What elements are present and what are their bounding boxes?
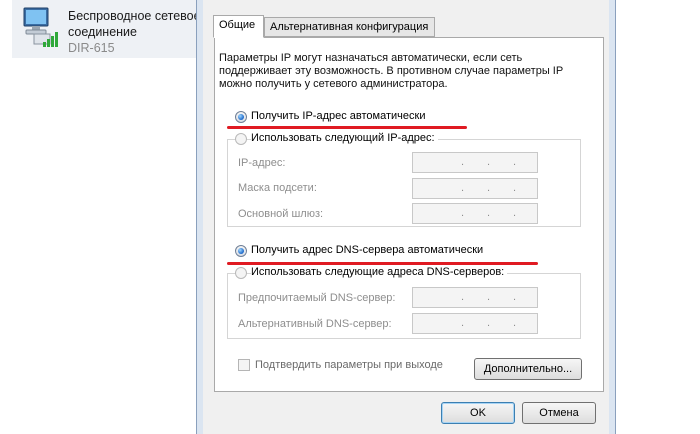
label-default-gateway: Основной шлюз:: [238, 208, 324, 220]
input-alternate-dns[interactable]: ...: [412, 313, 538, 334]
dialog-body: Общие Альтернативная конфигурация Параме…: [203, 0, 609, 434]
label-alternate-dns: Альтернативный DNS-сервер:: [238, 318, 392, 330]
highlight-underline-dns: [227, 262, 538, 265]
label-use-following-ip: Использовать следующий IP-адрес:: [251, 132, 438, 144]
radio-use-following-dns[interactable]: [235, 267, 247, 279]
label-preferred-dns: Предпочитаемый DNS-сервер:: [238, 292, 396, 304]
label-use-following-dns: Использовать следующие адреса DNS-сервер…: [251, 266, 508, 278]
cancel-button[interactable]: Отмена: [522, 402, 596, 424]
connection-ssid: DIR-615: [68, 41, 115, 55]
wireless-connection-item[interactable]: Беспроводное сетевое соединение DIR-615: [12, 0, 202, 58]
tab-general[interactable]: Общие: [213, 15, 264, 38]
tab-alternate-configuration[interactable]: Альтернативная конфигурация: [264, 17, 435, 37]
highlight-underline-ip: [227, 126, 467, 129]
connection-name-line1: Беспроводное сетевое: [68, 9, 201, 23]
input-ip-address[interactable]: ...: [412, 152, 538, 173]
advanced-button[interactable]: Дополнительно...: [474, 358, 582, 380]
radio-obtain-dns-auto[interactable]: [235, 245, 247, 257]
ok-button[interactable]: OK: [441, 402, 515, 424]
label-obtain-ip-auto: Получить IP-адрес автоматически: [251, 110, 426, 122]
input-preferred-dns[interactable]: ...: [412, 287, 538, 308]
connection-name-line2: соединение: [68, 25, 137, 39]
ipv4-properties-dialog: Общие Альтернативная конфигурация Параме…: [196, 0, 616, 434]
description-text: Параметры IP могут назначаться автоматич…: [219, 52, 563, 90]
label-ip-address: IP-адрес:: [238, 157, 286, 169]
label-subnet-mask: Маска подсети:: [238, 182, 317, 194]
input-subnet-mask[interactable]: ...: [412, 178, 538, 199]
radio-obtain-ip-auto[interactable]: [235, 111, 247, 123]
checkbox-validate-on-exit[interactable]: [238, 359, 250, 371]
radio-use-following-ip[interactable]: [235, 133, 247, 145]
wifi-signal-icon: [42, 28, 62, 48]
label-obtain-dns-auto: Получить адрес DNS-сервера автоматически: [251, 244, 484, 256]
label-validate-on-exit: Подтвердить параметры при выходе: [255, 359, 443, 371]
input-default-gateway[interactable]: ...: [412, 203, 538, 224]
